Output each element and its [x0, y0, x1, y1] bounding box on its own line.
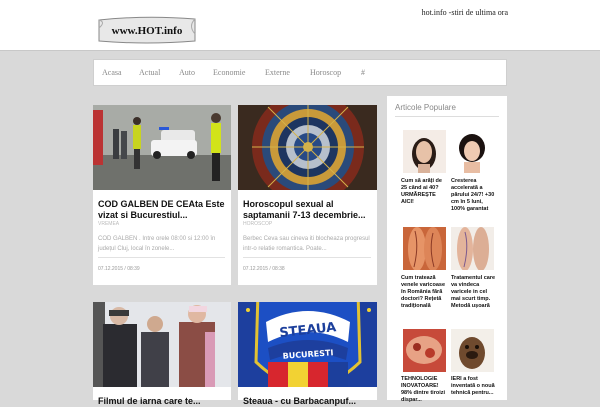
- divider: [243, 257, 371, 258]
- popular-thumb-legs[interactable]: [451, 227, 494, 270]
- nav-item-hash[interactable]: #: [361, 68, 365, 77]
- article-excerpt: Berbec Ceva sau cineva iti blocheaza pro…: [243, 236, 370, 252]
- sidebar-title: Articole Populare: [395, 103, 456, 112]
- divider: [395, 116, 499, 117]
- article-card[interactable]: STEAUA BUCURESTI Steaua - cu Barbacanpuf…: [238, 302, 377, 406]
- article-card[interactable]: COD GALBEN DE CEAta Este vizat si Bucure…: [93, 105, 231, 285]
- article-image-winter-people[interactable]: [93, 302, 231, 387]
- nav-item-externe[interactable]: Externe: [265, 68, 290, 77]
- article-date: 07.12.2015 / 08:39: [98, 266, 140, 272]
- main-nav: Acasa Actual Auto Economie Externe Horos…: [93, 59, 507, 86]
- sidebar-popular: Articole Populare Cum să arăți de 25 cân…: [387, 96, 507, 403]
- popular-item-text[interactable]: Tratamentul care va vindeca varicele in …: [451, 275, 498, 310]
- article-card[interactable]: Horoscopul sexual al saptamanii 7-13 dec…: [238, 105, 377, 285]
- popular-thumb-varicose-legs[interactable]: [403, 227, 446, 270]
- article-title[interactable]: Horoscopul sexual al saptamanii 7-13 dec…: [243, 199, 373, 221]
- nav-item-auto[interactable]: Auto: [179, 68, 195, 77]
- site-logo[interactable]: www.HOT.info: [96, 14, 198, 46]
- article-category[interactable]: HOROSCOP: [243, 221, 272, 227]
- nav-item-horoscop[interactable]: Horoscop: [310, 68, 341, 77]
- popular-item-text[interactable]: Cum tratează venele varicoase în România…: [401, 275, 448, 310]
- article-title[interactable]: Steaua - cu Barbacanpuf...: [243, 396, 373, 407]
- article-image-steaua-logo[interactable]: STEAUA BUCURESTI: [238, 302, 377, 387]
- popular-item-text[interactable]: Cresterea accelerată a părului 24/7! +30…: [451, 178, 498, 213]
- article-title[interactable]: Filmul de iarna care te...: [98, 396, 227, 407]
- popular-thumb-thyroid[interactable]: [403, 329, 446, 372]
- popular-item-text[interactable]: Cum să arăți de 25 când ai 40? URMĂREȘTE…: [401, 178, 448, 206]
- divider: [98, 257, 225, 258]
- logo-text: www.HOT.info: [112, 25, 183, 37]
- popular-thumb-hair-woman[interactable]: [451, 130, 494, 173]
- article-category[interactable]: VREMEA: [98, 221, 119, 227]
- nav-item-economie[interactable]: Economie: [213, 68, 245, 77]
- article-excerpt: COD GALBEN . Intre orele 08:00 si 12:00 …: [98, 236, 216, 252]
- article-image-zodiac[interactable]: [238, 105, 377, 190]
- site-tagline: hot.info -stiri de ultima ora: [421, 8, 508, 17]
- nav-item-acasa[interactable]: Acasa: [102, 68, 122, 77]
- article-title[interactable]: COD GALBEN DE CEAta Este vizat si Bucure…: [98, 199, 227, 221]
- site-header: www.HOT.info hot.info -stiri de ultima o…: [0, 0, 600, 51]
- article-image-fog-police[interactable]: [93, 105, 231, 190]
- popular-item-text[interactable]: IERI a fost inventată o nouă tehnică pen…: [451, 376, 498, 397]
- nav-item-actual[interactable]: Actual: [139, 68, 160, 77]
- article-date: 07.12.2015 / 08:38: [243, 266, 285, 272]
- popular-thumb-man-face[interactable]: [451, 329, 494, 372]
- article-card[interactable]: Filmul de iarna care te...: [93, 302, 231, 406]
- popular-thumb-face-woman[interactable]: [403, 130, 446, 173]
